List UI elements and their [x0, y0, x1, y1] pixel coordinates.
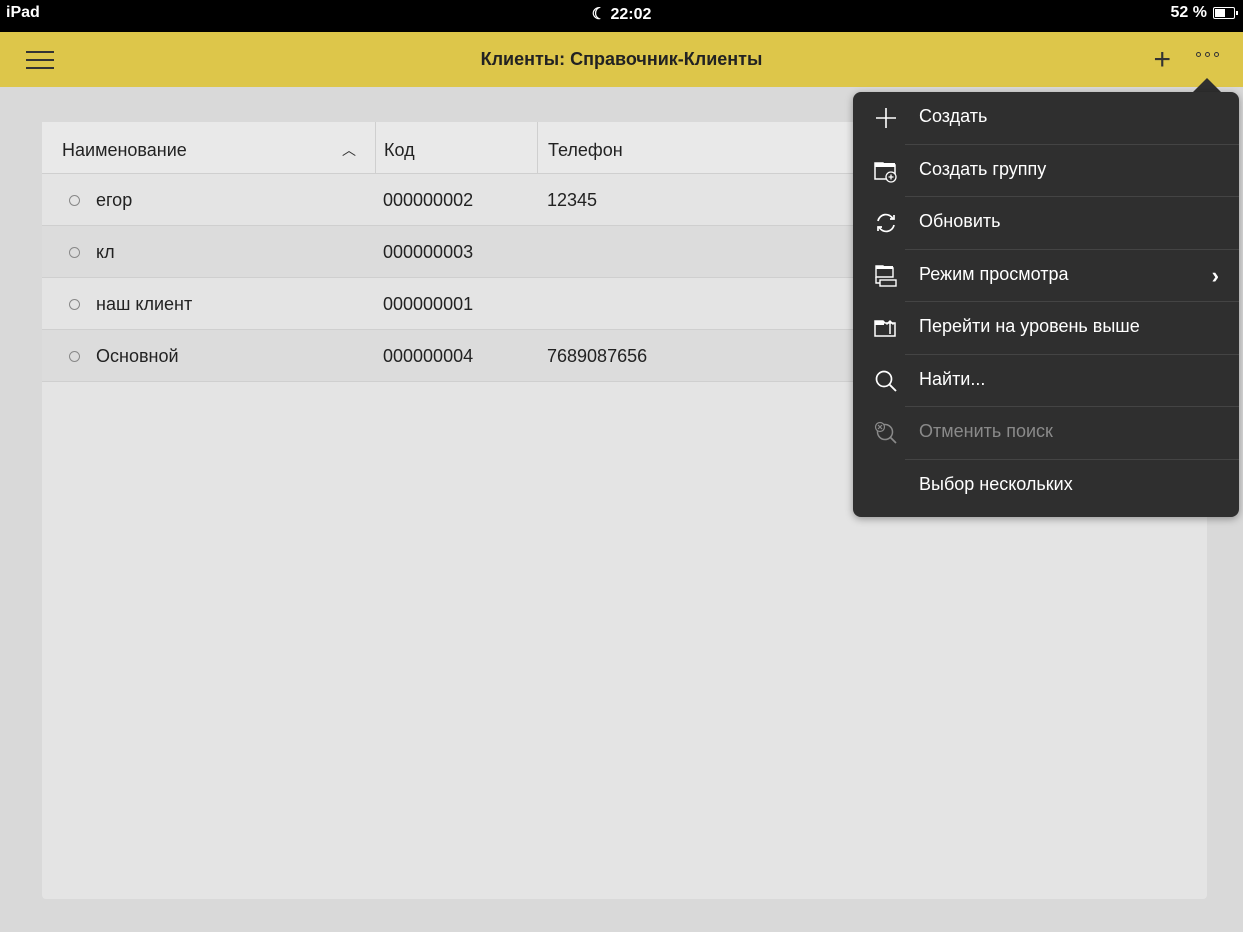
menu-item-cancel-search[interactable]: Отменить поиск [853, 407, 1239, 460]
more-options-icon[interactable] [1196, 52, 1219, 57]
battery-label: 52 % [1170, 4, 1207, 21]
menu-item-level-up[interactable]: Перейти на уровень выше [853, 302, 1239, 355]
column-header-code[interactable]: Код [375, 122, 537, 174]
menu-item-find[interactable]: Найти... [853, 355, 1239, 407]
navigation-bar: Клиенты: Справочник-Клиенты + [0, 32, 1243, 87]
folder-up-icon [874, 319, 896, 337]
cell-phone: 12345 [547, 190, 598, 210]
row-bullet-icon [69, 247, 80, 258]
menu-item-create-group[interactable]: Создать группу [853, 145, 1239, 197]
menu-pointer [1192, 78, 1222, 93]
battery-status: 52 % [1170, 4, 1238, 22]
row-bullet-icon [69, 351, 80, 362]
row-bullet-icon [69, 299, 80, 310]
cell-phone: 7689087656 [547, 346, 648, 366]
menu-item-view-mode[interactable]: Режим просмотра › [853, 250, 1239, 302]
cancel-search-icon [874, 421, 897, 444]
sort-ascending-icon[interactable]: ︿ [342, 140, 356, 160]
menu-item-multi-select[interactable]: Выбор нескольких [853, 460, 1239, 513]
cell-code: 000000002 [383, 190, 474, 210]
cell-name: Основной [96, 346, 179, 366]
cell-name: егор [96, 190, 133, 210]
cell-code: 000000003 [383, 242, 474, 262]
cell-code: 000000004 [383, 346, 474, 366]
battery-icon [1213, 7, 1238, 19]
plus-icon [876, 108, 896, 128]
page-title: Клиенты: Справочник-Клиенты [480, 49, 763, 69]
time-label: 22:02 [610, 6, 652, 23]
view-mode-icon [875, 264, 897, 287]
cell-name: наш клиент [96, 294, 193, 314]
moon-icon: ☾ [591, 6, 606, 23]
status-bar: iPad ☾ 22:02 52 % [0, 0, 1243, 32]
cell-name: кл [96, 242, 115, 262]
menu-item-refresh[interactable]: Обновить [853, 197, 1239, 250]
row-bullet-icon [69, 195, 80, 206]
add-button[interactable]: + [1153, 45, 1171, 75]
cell-code: 000000001 [383, 294, 474, 314]
menu-item-create[interactable]: Создать [853, 92, 1239, 145]
chevron-right-icon: › [1211, 262, 1219, 288]
status-time: ☾ 22:02 [0, 4, 1243, 24]
column-header-name[interactable]: Наименование [62, 122, 374, 174]
folder-add-icon [874, 161, 897, 183]
more-options-menu: Создать Создать группу Обновить Режим пр… [853, 92, 1239, 517]
refresh-icon [877, 213, 895, 233]
search-icon [875, 370, 897, 392]
